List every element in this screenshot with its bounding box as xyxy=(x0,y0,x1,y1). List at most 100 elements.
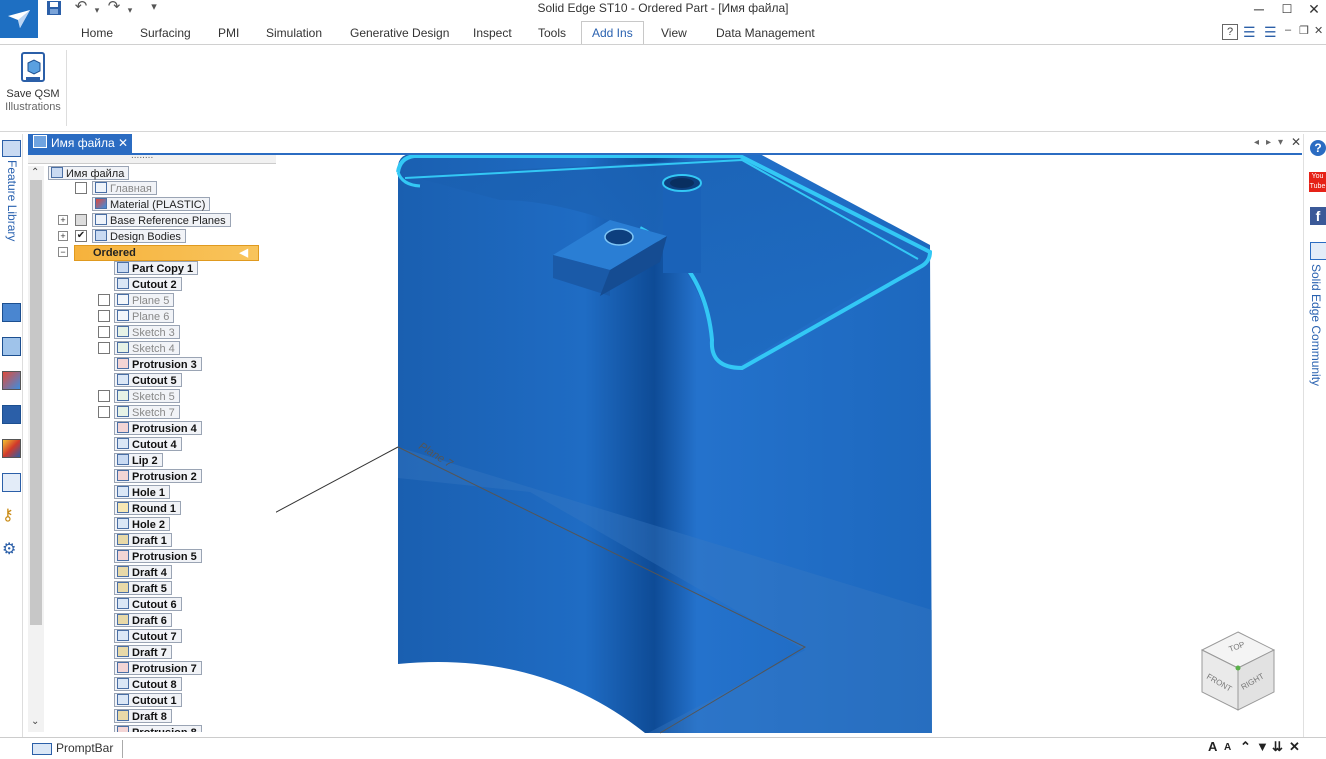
tree-item-label: Draft 5 xyxy=(132,583,167,595)
draft-feature-icon xyxy=(117,566,129,577)
tree-item[interactable]: Sketch 7 xyxy=(114,405,180,419)
community-icon[interactable] xyxy=(1310,242,1326,260)
tree-item[interactable]: Cutout 1 xyxy=(114,693,182,707)
tree-item[interactable]: Protrusion 5 xyxy=(114,549,202,563)
tab-add-ins[interactable]: Add Ins xyxy=(581,21,644,45)
tree-item-checkbox[interactable] xyxy=(98,326,110,338)
tree-item-label: Protrusion 7 xyxy=(132,663,197,675)
tree-item-label: Sketch 7 xyxy=(132,407,175,419)
tree-item-checkbox[interactable] xyxy=(98,406,110,418)
facebook-icon[interactable]: f xyxy=(1310,207,1326,225)
tree-item-label: Sketch 4 xyxy=(132,343,175,355)
tab-next-icon[interactable]: ▸ xyxy=(1266,137,1271,148)
tree-item[interactable]: Part Copy 1 xyxy=(114,261,199,275)
checkbox-glavnaya[interactable] xyxy=(75,182,87,194)
font-increase-icon[interactable]: A xyxy=(1208,739,1217,754)
youtube-icon[interactable]: You Tube xyxy=(1309,172,1326,192)
doc-restore-icon[interactable]: ❐ xyxy=(1299,24,1309,37)
tab-list-icon[interactable]: ▾ xyxy=(1278,137,1283,148)
help-icon[interactable]: ? xyxy=(1222,24,1238,40)
view-cube[interactable]: TOP FRONT RIGHT xyxy=(1200,631,1276,711)
tree-item-ordered[interactable]: Ordered ◀ xyxy=(74,245,259,261)
cutout-feature-icon xyxy=(117,598,129,609)
pin-icon[interactable]: ⇊ xyxy=(1272,739,1283,755)
tree-item[interactable]: Draft 1 xyxy=(114,533,172,547)
tree-item-base-reference-planes[interactable]: Base Reference Planes xyxy=(92,213,231,227)
checkbox-base-planes[interactable] xyxy=(75,214,87,226)
tab-tools[interactable]: Tools xyxy=(528,22,576,44)
list-options-icon[interactable]: ☰ xyxy=(1243,24,1256,41)
tree-item[interactable]: Cutout 4 xyxy=(114,437,182,451)
tree-item[interactable]: Protrusion 2 xyxy=(114,469,202,483)
tree-item-glavnaya[interactable]: Главная xyxy=(92,181,157,195)
tab-data-management[interactable]: Data Management xyxy=(706,22,825,44)
checkbox-design-bodies[interactable]: ✔ xyxy=(75,230,87,242)
help-circle-icon[interactable]: ? xyxy=(1310,140,1326,156)
tree-item-checkbox[interactable] xyxy=(98,342,110,354)
tree-item[interactable]: Plane 6 xyxy=(114,309,175,323)
sketch-icon xyxy=(95,182,107,193)
tree-item[interactable]: Draft 4 xyxy=(114,565,172,579)
tree-item[interactable]: Round 1 xyxy=(114,501,181,515)
tree-item[interactable]: Protrusion 4 xyxy=(114,421,202,435)
tab-prev-icon[interactable]: ◂ xyxy=(1254,137,1259,148)
tree-item[interactable]: Sketch 5 xyxy=(114,389,180,403)
tree-item-checkbox[interactable] xyxy=(98,310,110,322)
tree-item-design-bodies[interactable]: Design Bodies xyxy=(92,229,186,243)
tree-item[interactable]: Sketch 4 xyxy=(114,341,180,355)
draft-feature-icon xyxy=(117,710,129,721)
close-button[interactable]: ✕ xyxy=(1301,0,1326,18)
window-arrange-icon[interactable]: ☰ xyxy=(1264,24,1277,41)
font-decrease-icon[interactable]: A xyxy=(1224,742,1231,753)
promptbar-label[interactable]: PromptBar xyxy=(56,741,113,755)
tree-item-checkbox[interactable] xyxy=(98,390,110,402)
tab-inspect[interactable]: Inspect xyxy=(463,22,522,44)
filter-icon[interactable]: ▼ xyxy=(1256,739,1269,754)
protrusion-feature-icon xyxy=(117,470,129,481)
tab-view[interactable]: View xyxy=(651,22,697,44)
right-rail xyxy=(1303,134,1326,758)
collapse-up-icon[interactable]: ⌃ xyxy=(1240,739,1251,755)
model-view[interactable]: Plane 7 TOP FRONT RIGHT xyxy=(276,155,1302,735)
tab-generative-design[interactable]: Generative Design xyxy=(340,22,459,44)
tree-item[interactable]: Plane 5 xyxy=(114,293,175,307)
tree-item-label: Hole 2 xyxy=(132,519,166,531)
collapse-ordered[interactable]: − xyxy=(58,247,68,257)
part-feature-icon xyxy=(117,262,129,273)
cutout-feature-icon xyxy=(117,374,129,385)
doc-minimize-icon[interactable]: – xyxy=(1285,24,1291,36)
plane-feature-icon xyxy=(117,310,129,321)
tree-item[interactable]: Cutout 7 xyxy=(114,629,182,643)
minimize-button[interactable]: ─ xyxy=(1246,0,1272,18)
tab-close-all-icon[interactable]: ✕ xyxy=(1291,135,1301,149)
promptbar-close-icon[interactable]: ✕ xyxy=(1289,739,1300,755)
tree-item[interactable]: Draft 7 xyxy=(114,645,172,659)
tree-item[interactable]: Protrusion 7 xyxy=(114,661,202,675)
tree-item[interactable]: Cutout 2 xyxy=(114,277,182,291)
tree-item[interactable]: Cutout 8 xyxy=(114,677,182,691)
tree-item[interactable]: Draft 5 xyxy=(114,581,172,595)
tree-item[interactable]: Draft 6 xyxy=(114,613,172,627)
maximize-button[interactable]: ☐ xyxy=(1274,0,1300,18)
tree-item[interactable]: Hole 1 xyxy=(114,485,171,499)
tree-item[interactable]: Hole 2 xyxy=(114,517,171,531)
tree-item-checkbox[interactable] xyxy=(98,294,110,306)
tree-item-label: Draft 6 xyxy=(132,615,167,627)
tree-item[interactable]: Draft 8 xyxy=(114,709,172,723)
expand-design-bodies[interactable]: + xyxy=(58,231,68,241)
tree-item[interactable]: Cutout 5 xyxy=(114,373,182,387)
expand-base-planes[interactable]: + xyxy=(58,215,68,225)
graphics-viewport[interactable]: Plane 7 TOP FRONT RIGHT xyxy=(276,155,1302,735)
tree-item[interactable]: Cutout 6 xyxy=(114,597,182,611)
tree-root[interactable]: Имя файла xyxy=(48,166,130,180)
tree-item[interactable]: Protrusion 8 xyxy=(114,725,202,732)
tree-item-label: Protrusion 5 xyxy=(132,551,197,563)
tree-item[interactable]: Protrusion 3 xyxy=(114,357,202,371)
tree-item[interactable]: Sketch 3 xyxy=(114,325,180,339)
tree-item[interactable]: Lip 2 xyxy=(114,453,163,467)
doc-close-icon[interactable]: ✕ xyxy=(1314,24,1323,37)
hole-feature-icon xyxy=(117,486,129,497)
solid-edge-community-tab[interactable]: Solid Edge Community xyxy=(1307,264,1323,394)
tree-item-material[interactable]: Material (PLASTIC) xyxy=(92,197,211,211)
rollback-arrow-icon[interactable]: ◀ xyxy=(240,246,248,260)
